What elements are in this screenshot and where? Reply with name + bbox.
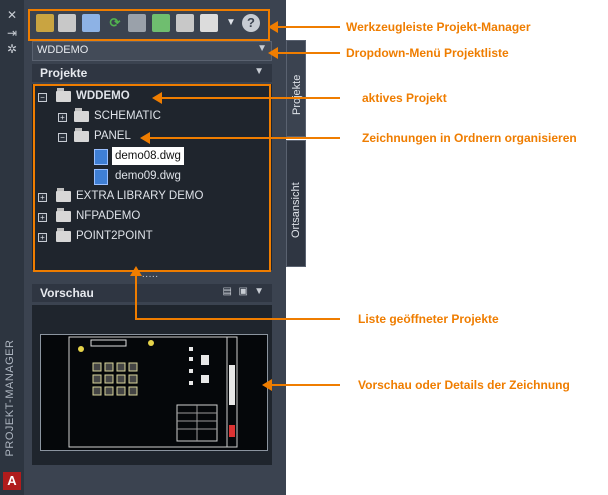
preview-header[interactable]: Vorschau ▤ ▣ ▼ — [32, 284, 272, 302]
arrow-icon — [140, 132, 150, 144]
drawing-preview-image — [40, 334, 268, 451]
callout-preview: Vorschau oder Details der Zeichnung — [358, 378, 570, 392]
arrow-icon — [152, 92, 162, 104]
auto-hide-icon[interactable]: ⇥ — [4, 26, 20, 40]
callout-active-project: aktives Projekt — [362, 91, 447, 105]
callout-line — [278, 52, 340, 54]
tab-projekte[interactable]: Projekte — [286, 40, 306, 137]
callout-line — [150, 137, 340, 139]
drawing-thumbnail — [68, 336, 238, 448]
toolbar-highlight — [28, 9, 270, 41]
callout-line — [272, 384, 340, 386]
arrow-icon — [268, 47, 278, 59]
chevron-down-icon: ▼ — [257, 43, 267, 54]
preview-icon[interactable]: ▣ — [239, 286, 248, 297]
projects-header[interactable]: Projekte ▼ — [32, 64, 272, 82]
projects-title: Projekte — [40, 66, 88, 80]
callout-open-projects: Liste geöffneter Projekte — [358, 312, 499, 326]
arrow-icon — [130, 266, 142, 276]
callout-dropdown: Dropdown-Menü Projektliste — [346, 46, 509, 60]
callout-line — [135, 318, 340, 320]
project-list-highlight — [33, 84, 271, 272]
left-strip: ✕ ⇥ ✲ PROJEKT-MANAGER A — [0, 0, 24, 495]
panel-splitter[interactable]: ····· — [140, 272, 160, 282]
app-logo-icon: A — [3, 472, 21, 490]
project-list-dropdown[interactable]: WDDEMO ▼ — [32, 41, 272, 61]
tab-ortsansicht-label: Ortsansicht — [290, 182, 302, 238]
tab-ortsansicht[interactable]: Ortsansicht — [286, 140, 306, 267]
callout-line — [278, 26, 340, 28]
palette-title: PROJEKT-MANAGER — [4, 339, 16, 457]
callout-line — [162, 97, 340, 99]
preview-title: Vorschau — [40, 286, 94, 300]
callout-toolbar: Werkzeugleiste Projekt-Manager — [346, 20, 531, 34]
gear-icon[interactable]: ✲ — [4, 42, 20, 56]
details-icon[interactable]: ▤ — [223, 286, 232, 297]
tab-projekte-label: Projekte — [291, 74, 303, 115]
close-icon[interactable]: ✕ — [4, 8, 20, 22]
callout-folders: Zeichnungen in Ordnern organisieren — [362, 131, 577, 145]
arrow-icon — [262, 379, 272, 391]
chevron-down-icon[interactable]: ▼ — [254, 66, 264, 77]
arrow-icon — [268, 21, 278, 33]
chevron-down-icon[interactable]: ▼ — [254, 286, 264, 297]
callout-line — [135, 270, 137, 318]
dropdown-value: WDDEMO — [37, 44, 89, 56]
